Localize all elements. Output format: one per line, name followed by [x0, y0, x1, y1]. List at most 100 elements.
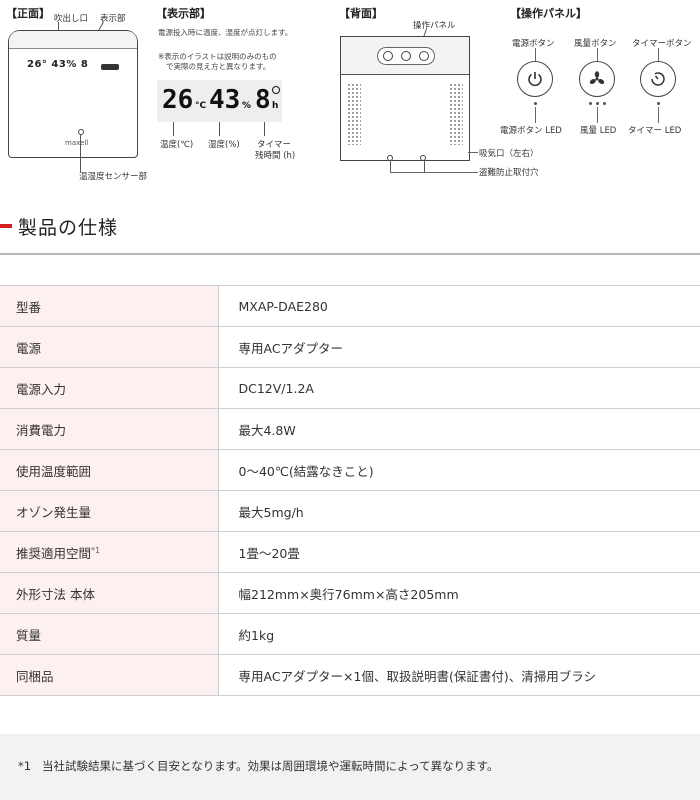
spec-label: 消費電力	[16, 422, 67, 438]
front-display-readout: 26° 43% 8	[27, 59, 89, 70]
temp-caption: 温度(℃)	[160, 140, 194, 150]
lcd-humidity-unit: %	[242, 101, 252, 111]
power-led-pointer	[535, 107, 536, 123]
spec-label-cell: 使用温度範囲	[0, 449, 219, 491]
spec-value: 約1kg	[218, 613, 700, 655]
sensor-label: 温湿度センサー部	[79, 172, 148, 182]
spec-label-cell: 電源	[0, 326, 219, 368]
timer-led-label: タイマー LED	[628, 126, 682, 136]
air-outlet	[9, 31, 137, 49]
timer-caption-2: 残時間 (h)	[255, 151, 296, 161]
spec-label-cell: オゾン発生量	[0, 490, 219, 532]
timer-button-label: タイマーボタン	[632, 39, 692, 49]
spec-value: 1畳～20畳	[218, 531, 700, 573]
fan-led-2	[596, 102, 599, 105]
product-diagrams: 【正面】 吹出し口 表示部 26° 43% 8 maxell 温湿度センサー部 …	[0, 0, 700, 200]
timer-icon	[651, 72, 665, 86]
outlet-label: 吹出し口	[54, 14, 89, 24]
timer-button[interactable]	[640, 61, 676, 97]
back-control-panel	[377, 47, 435, 65]
brand-logo: maxell	[65, 139, 89, 147]
back-timer-dot	[419, 51, 429, 61]
spec-label: 同梱品	[16, 668, 54, 684]
front-led-strip	[101, 64, 119, 70]
lcd-temp-unit: °C	[195, 101, 207, 111]
footnote-text: 当社試験結果に基づく目安となります。効果は周囲環境や運転時間によって異なります。	[42, 759, 499, 773]
display-note: 電源投入時に温度、湿度が点灯します。	[158, 28, 293, 37]
spec-row: 電源入力 DC12V/1.2A	[0, 367, 700, 409]
spec-label-cell: 同梱品	[0, 654, 219, 696]
spec-row: 同梱品 専用ACアダプター×1個、取扱説明書(保証書付)、清掃用ブラシ	[0, 654, 700, 696]
spec-label-cell: 質量	[0, 613, 219, 655]
fan-icon	[589, 71, 605, 84]
timer-clock-icon	[272, 86, 280, 94]
spec-label: 電源	[16, 340, 42, 356]
timer-button-pointer	[658, 48, 659, 61]
spec-heading: 製品の仕様	[0, 212, 118, 240]
left-intake-vent	[347, 83, 361, 145]
panel-section-label: 【操作パネル】	[510, 7, 587, 20]
front-device: 26° 43% 8 maxell	[8, 30, 138, 158]
spec-footnote-ref: *1	[91, 545, 101, 555]
spec-label: 型番	[16, 299, 42, 315]
temp-pointer	[173, 122, 174, 136]
lcd-timer-unit: h	[272, 101, 279, 111]
power-led-label: 電源ボタン LED	[500, 126, 562, 136]
spec-table: 型番 MXAP-DAE280 電源 専用ACアダプター 電源入力 DC12V/1.2A 消費…	[0, 285, 700, 696]
front-view-label: 【正面】	[6, 7, 50, 20]
fan-led-3	[603, 102, 606, 105]
theft-pointer-line	[390, 172, 478, 173]
spec-row: 消費電力 最大4.8W	[0, 408, 700, 450]
power-button-label: 電源ボタン	[512, 39, 555, 49]
humidity-caption: 湿度(%)	[208, 140, 240, 150]
fan-button[interactable]	[579, 61, 615, 97]
fan-button-pointer	[597, 48, 598, 61]
footnote-marker: *1	[18, 759, 32, 773]
heading-accent-bar	[0, 224, 12, 228]
intake-label: 吸気口（左右）	[479, 149, 539, 159]
spec-label-cell: 型番	[0, 285, 219, 327]
lcd-humidity: 43	[209, 85, 241, 115]
theft-pointer-left	[390, 160, 391, 172]
spec-row: 質量 約1kg	[0, 613, 700, 655]
spec-label: 推奨適用空間	[16, 545, 92, 561]
panel-pointer-label: 操作パネル	[413, 21, 456, 31]
theft-label: 盗難防止取付穴	[479, 168, 539, 178]
spec-row: 電源 専用ACアダプター	[0, 326, 700, 368]
timer-led-pointer	[658, 107, 659, 123]
back-top	[341, 37, 469, 75]
spec-value: DC12V/1.2A	[218, 367, 700, 409]
spec-label: 使用温度範囲	[16, 463, 92, 479]
spec-row: 使用温度範囲 0～40℃(結露なきこと)	[0, 449, 700, 491]
spec-label-cell: 外形寸法 本体	[0, 572, 219, 614]
spec-row: 型番 MXAP-DAE280	[0, 285, 700, 327]
power-led	[534, 102, 537, 105]
spec-value: MXAP-DAE280	[218, 285, 700, 327]
spec-label-cell: 消費電力	[0, 408, 219, 450]
spec-value: 最大4.8W	[218, 408, 700, 450]
spec-value: 専用ACアダプター×1個、取扱説明書(保証書付)、清掃用ブラシ	[218, 654, 700, 696]
spec-label: 質量	[16, 627, 42, 643]
theft-hole-right	[420, 155, 426, 161]
intake-pointer	[468, 152, 478, 153]
power-icon	[528, 72, 542, 87]
power-button-pointer	[535, 48, 536, 61]
timer-led	[657, 102, 660, 105]
fan-led-1	[589, 102, 592, 105]
spec-table-body: 型番 MXAP-DAE280 電源 専用ACアダプター 電源入力 DC12V/1.2A 消費…	[0, 285, 700, 696]
power-button[interactable]	[517, 61, 553, 97]
spec-row: オゾン発生量 最大5mg/h	[0, 490, 700, 532]
footnote: *1 当社試験結果に基づく目安となります。効果は周囲環境や運転時間によって異なり…	[18, 758, 498, 774]
back-power-dot	[383, 51, 393, 61]
right-intake-vent	[449, 83, 463, 145]
footnote-box: *1 当社試験結果に基づく目安となります。効果は周囲環境や運転時間によって異なり…	[0, 734, 700, 800]
lcd-timer: 8	[255, 85, 271, 115]
sensor-pointer	[80, 134, 81, 172]
fan-button-label: 風量ボタン	[574, 39, 617, 49]
spec-value: 0～40℃(結露なきこと)	[218, 449, 700, 491]
spec-label-cell: 電源入力	[0, 367, 219, 409]
spec-value: 専用ACアダプター	[218, 326, 700, 368]
back-device	[340, 36, 470, 161]
timer-pointer	[264, 122, 265, 136]
spec-row: 外形寸法 本体 幅212mm×奥行76mm×高さ205mm	[0, 572, 700, 614]
